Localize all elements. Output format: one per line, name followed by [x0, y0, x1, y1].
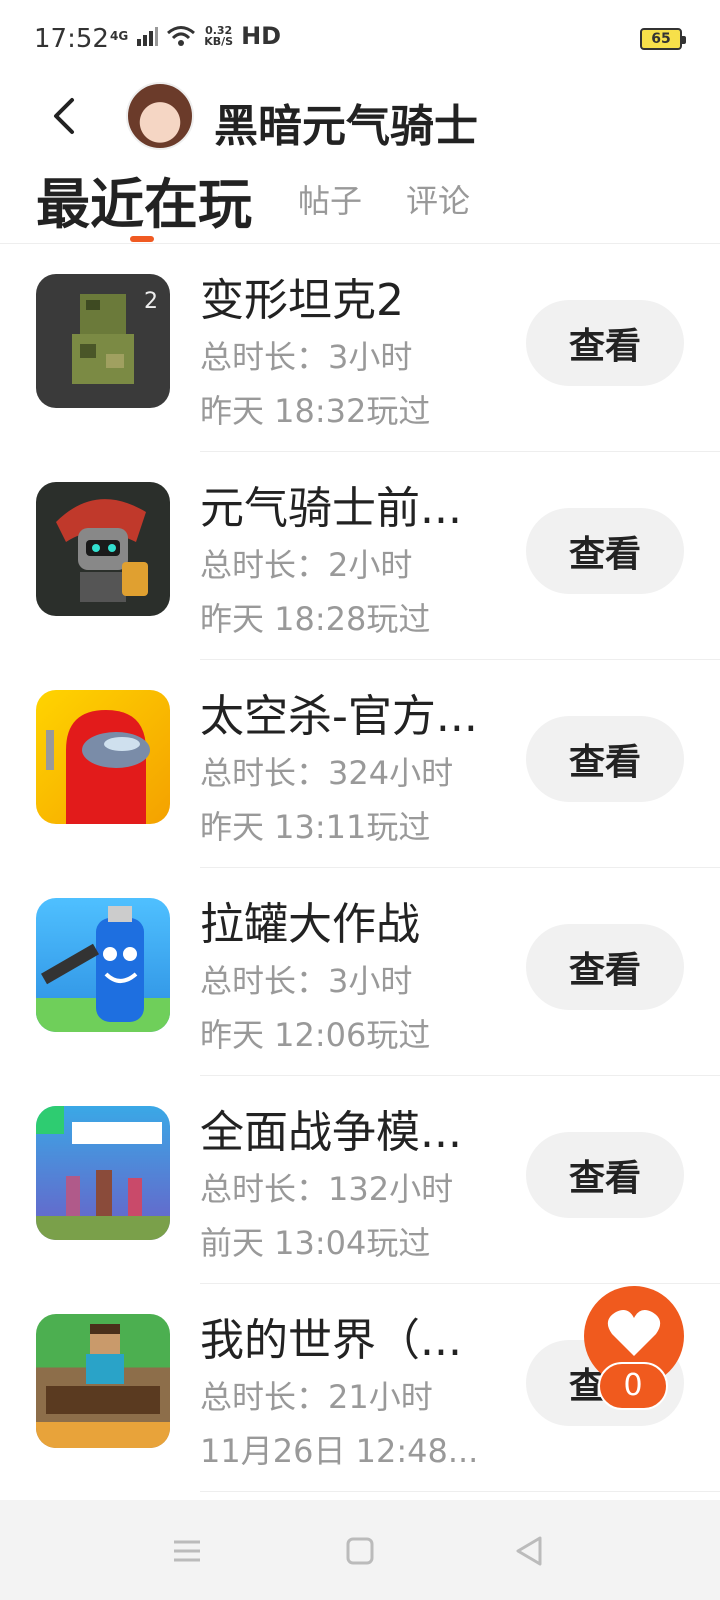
game-duration: 总时长：3小时: [200, 338, 413, 376]
tabs-logo-icon: [36, 1106, 170, 1240]
crewmate-icon: [46, 710, 150, 824]
tab-recent-play[interactable]: 最近在玩: [36, 160, 252, 239]
game-last-played: 昨天 12:06玩过: [200, 1016, 431, 1054]
game-row[interactable]: 太空杀-官方... 总时长：324小时 昨天 13:11玩过 查看: [0, 660, 720, 868]
game-row[interactable]: 拉罐大作战 总时长：3小时 昨天 12:06玩过 查看: [0, 868, 720, 1076]
view-button[interactable]: 查看: [526, 716, 684, 802]
game-name: 变形坦克2: [200, 275, 404, 326]
tab-indicator: [130, 236, 154, 242]
game-icon[interactable]: [36, 1314, 170, 1448]
game-name: 拉罐大作战: [200, 899, 420, 950]
game-icon[interactable]: [36, 898, 170, 1032]
system-nav-bar: [0, 1500, 720, 1600]
view-button[interactable]: 查看: [526, 1132, 684, 1218]
game-last-played: 昨天 18:28玩过: [200, 600, 431, 638]
game-duration: 总时长：324小时: [200, 754, 454, 792]
game-last-played: 昨天 13:11玩过: [200, 808, 431, 846]
tank-robot-icon: 2: [72, 289, 158, 384]
game-name: 全面战争模...: [200, 1107, 462, 1158]
game-duration: 总时长：21小时: [200, 1378, 433, 1416]
view-button[interactable]: 查看: [526, 924, 684, 1010]
network-speed: 0.32 KB/S: [204, 25, 233, 47]
status-bar: 17:52 4G 0.32 KB/S HD 65: [0, 0, 720, 80]
game-last-played: 11月26日 12:48...: [200, 1432, 479, 1470]
game-last-played: 昨天 18:32玩过: [200, 392, 431, 430]
spray-can-icon: [36, 906, 170, 1032]
heart-icon: [607, 1310, 661, 1356]
network-type: 4G: [110, 28, 129, 43]
game-icon[interactable]: 2: [36, 274, 170, 408]
game-name: 太空杀-官方...: [200, 691, 478, 742]
tab-posts[interactable]: 帖子: [298, 176, 362, 222]
status-icons: 4G 0.32 KB/S HD: [110, 22, 281, 50]
home-icon[interactable]: [343, 1534, 377, 1568]
game-name: 我的世界（...: [200, 1315, 462, 1366]
status-time: 17:52: [34, 24, 109, 54]
signal-icon: [137, 27, 159, 46]
game-last-played: 前天 13:04玩过: [200, 1224, 431, 1262]
view-button[interactable]: 查看: [526, 508, 684, 594]
speed-unit: KB/S: [204, 35, 234, 48]
back-icon[interactable]: [512, 1534, 546, 1568]
hd-indicator: HD: [241, 22, 282, 50]
battery-icon: 65: [640, 28, 686, 50]
game-row[interactable]: 2 变形坦克2 总时长：3小时 昨天 18:32玩过 查看: [0, 244, 720, 452]
menu-icon[interactable]: [170, 1534, 204, 1568]
wifi-icon: [167, 26, 196, 46]
game-duration: 总时长：2小时: [200, 546, 413, 584]
game-row[interactable]: 全面战争模... 总时长：132小时 前天 13:04玩过 查看: [0, 1076, 720, 1284]
game-row[interactable]: 元气骑士前... 总时长：2小时 昨天 18:28玩过 查看: [0, 452, 720, 660]
back-arrow-icon[interactable]: [46, 96, 86, 136]
game-duration: 总时长：3小时: [200, 962, 413, 1000]
game-icon[interactable]: [36, 1106, 170, 1240]
game-icon[interactable]: [36, 482, 170, 616]
like-count-badge: 0: [598, 1362, 668, 1410]
minecraft-icon: [36, 1324, 170, 1448]
svg-text:2: 2: [144, 289, 158, 314]
game-duration: 总时长：132小时: [200, 1170, 454, 1208]
view-button[interactable]: 查看: [526, 300, 684, 386]
knight-icon: [56, 499, 148, 602]
avatar[interactable]: [126, 82, 194, 150]
tab-comments[interactable]: 评论: [406, 176, 470, 222]
page-title: 黑暗元气骑士: [214, 101, 478, 152]
game-icon[interactable]: [36, 690, 170, 824]
game-name: 元气骑士前...: [200, 483, 462, 534]
row-divider: [200, 1491, 720, 1492]
